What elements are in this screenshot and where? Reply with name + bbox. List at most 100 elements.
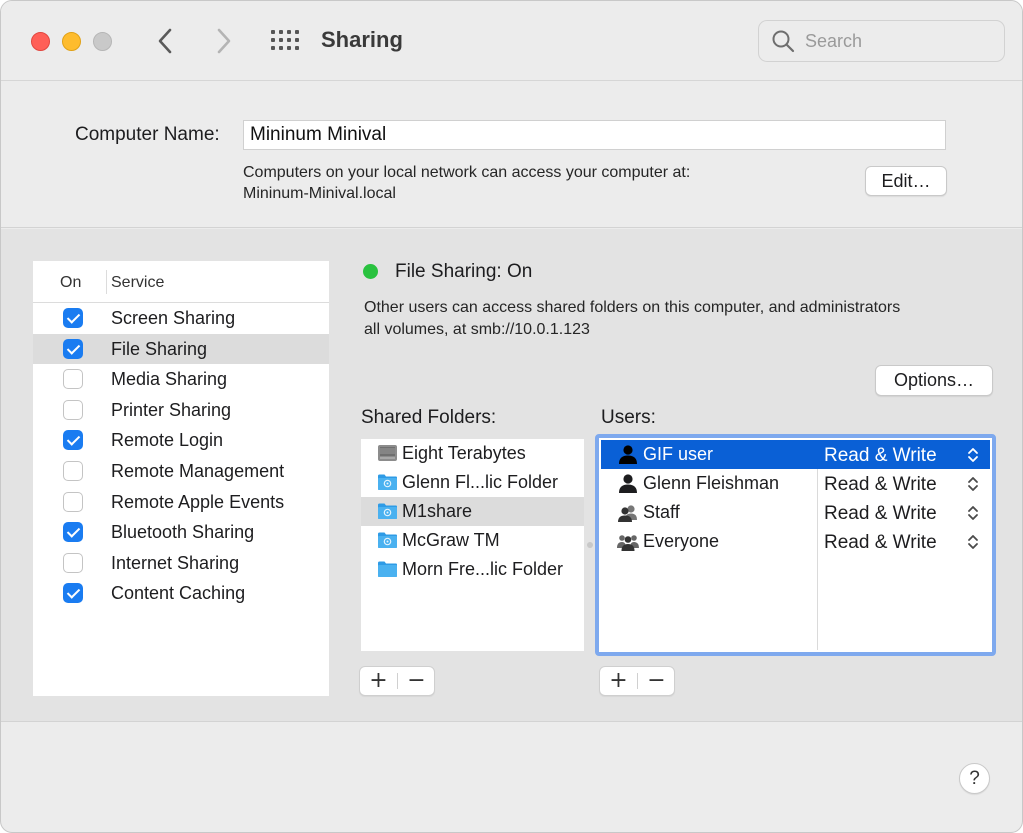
service-row[interactable]: Internet Sharing <box>33 548 329 579</box>
main-section: On Service Screen Sharing File Sharing Med… <box>1 229 1022 722</box>
service-name: Screen Sharing <box>111 308 236 328</box>
column-header-on[interactable]: On <box>60 274 81 292</box>
title-bar: Sharing <box>1 1 1022 81</box>
service-name: Remote Apple Events <box>111 491 285 512</box>
search-icon <box>772 30 795 53</box>
public-folder-icon <box>377 473 398 491</box>
permission-popup[interactable]: Read & Write <box>824 474 937 496</box>
user-row[interactable]: GIF user Read & Write <box>601 440 990 469</box>
service-checkbox[interactable] <box>63 338 83 359</box>
up-down-chevron-icon[interactable] <box>966 475 980 493</box>
up-down-chevron-icon[interactable] <box>966 504 980 522</box>
service-row[interactable]: Bluetooth Sharing <box>33 517 329 548</box>
search-input[interactable] <box>805 21 995 61</box>
service-name: Bluetooth Sharing <box>111 522 255 543</box>
user-row[interactable]: Everyone Read & Write <box>601 527 990 556</box>
permission-popup[interactable]: Read & Write <box>824 503 937 525</box>
service-checkbox[interactable] <box>63 491 83 512</box>
service-name: Content Caching <box>111 583 246 604</box>
permission-popup[interactable]: Read & Write <box>824 532 937 554</box>
service-list: On Service Screen Sharing File Sharing Med… <box>33 261 329 696</box>
status-description: Other users can access shared folders on… <box>364 297 994 341</box>
shared-folder-name: Eight Terabytes <box>402 443 526 463</box>
service-name: Printer Sharing <box>111 399 232 420</box>
public-folder-icon <box>377 502 398 520</box>
column-divider[interactable] <box>106 270 107 294</box>
remove-shared-folder-button[interactable]: − <box>398 667 435 695</box>
service-row[interactable]: Remote Login <box>33 425 329 456</box>
shared-folders-list[interactable]: Eight Terabytes Glenn Fl...lic Folder M1sh… <box>361 439 584 651</box>
service-row[interactable]: Printer Sharing <box>33 395 329 426</box>
service-name: Remote Login <box>111 430 224 451</box>
shared-folders-label: Shared Folders: <box>361 407 497 428</box>
chevron-right-icon <box>217 28 231 54</box>
user-row[interactable]: Staff Read & Write <box>601 498 990 527</box>
computer-name-description: Computers on your local network can acce… <box>243 162 690 204</box>
user-icon <box>617 473 639 493</box>
service-checkbox[interactable] <box>63 308 83 328</box>
column-header-service[interactable]: Service <box>111 274 164 292</box>
users-add-remove: + − <box>599 666 675 696</box>
split-resize-handle[interactable] <box>587 542 593 548</box>
shared-folder-row[interactable]: Glenn Fl...lic Folder <box>361 468 584 497</box>
service-row[interactable]: Remote Management <box>33 456 329 487</box>
status-indicator <box>363 264 378 279</box>
user-row[interactable]: Glenn Fleishman Read & Write <box>601 469 990 498</box>
shared-folder-row[interactable]: Morn Fre...lic Folder <box>361 555 584 584</box>
help-button[interactable]: ? <box>959 763 990 794</box>
shared-folder-name: Morn Fre...lic Folder <box>402 559 564 579</box>
shared-folder-row[interactable]: Eight Terabytes <box>361 439 584 468</box>
up-down-chevron-icon[interactable] <box>966 446 980 464</box>
forward-button[interactable] <box>208 23 238 59</box>
shared-folder-row[interactable]: M1share <box>361 497 584 526</box>
drive-icon <box>377 444 398 462</box>
users-list-content: GIF user Read & Write Glenn Fleishman Read … <box>601 440 990 650</box>
service-row[interactable]: Media Sharing <box>33 364 329 395</box>
shared-folder-name: M1share <box>402 501 473 521</box>
service-name: Media Sharing <box>111 369 228 390</box>
service-checkbox[interactable] <box>63 552 83 573</box>
service-checkbox[interactable] <box>63 399 83 420</box>
add-user-button[interactable]: + <box>600 667 637 695</box>
shared-folder-row[interactable]: McGraw TM <box>361 526 584 555</box>
shared-folder-name: Glenn Fl...lic Folder <box>402 472 559 492</box>
service-list-header: On Service <box>33 261 329 303</box>
edit-hostname-button[interactable]: Edit… <box>865 166 947 196</box>
service-checkbox[interactable] <box>63 369 83 390</box>
service-checkbox[interactable] <box>63 460 83 481</box>
close-window-button[interactable] <box>31 32 50 51</box>
service-name: File Sharing <box>111 338 208 359</box>
users-list[interactable]: GIF user Read & Write Glenn Fleishman Read … <box>595 434 996 656</box>
minimize-window-button[interactable] <box>62 32 81 51</box>
add-shared-folder-button[interactable]: + <box>360 667 397 695</box>
service-row[interactable]: Content Caching <box>33 578 329 609</box>
remove-user-button[interactable]: − <box>638 667 675 695</box>
service-checkbox[interactable] <box>63 522 83 543</box>
status-description-address: all volumes, at smb://10.0.1.123 <box>364 321 590 338</box>
service-row[interactable]: File Sharing <box>33 333 329 365</box>
users-label: Users: <box>601 407 656 428</box>
user-name: Glenn Fleishman <box>643 473 780 493</box>
shared-folders-add-remove: + − <box>359 666 435 696</box>
service-row[interactable]: Screen Sharing <box>33 303 329 334</box>
search-field[interactable] <box>758 20 1005 62</box>
local-hostname: Mininum-Minival.local <box>243 185 396 202</box>
user-name: Staff <box>643 502 680 522</box>
public-folder-icon <box>377 531 398 549</box>
zoom-window-button[interactable] <box>93 32 112 51</box>
back-button[interactable] <box>151 23 181 59</box>
service-name: Remote Management <box>111 460 285 481</box>
computer-name-description-line: Computers on your local network can acce… <box>243 164 691 181</box>
computer-name-input[interactable] <box>243 120 946 150</box>
everyone-icon <box>617 531 639 551</box>
show-all-grid-icon[interactable] <box>271 30 299 52</box>
user-name: GIF user <box>643 444 714 464</box>
service-row[interactable]: Remote Apple Events <box>33 487 329 518</box>
computer-name-label: Computer Name: <box>75 124 220 145</box>
options-button[interactable]: Options… <box>875 365 993 396</box>
permission-popup[interactable]: Read & Write <box>824 445 937 467</box>
shared-folder-name: McGraw TM <box>402 530 500 550</box>
service-checkbox[interactable] <box>63 583 83 604</box>
up-down-chevron-icon[interactable] <box>966 533 980 551</box>
service-checkbox[interactable] <box>63 430 83 451</box>
